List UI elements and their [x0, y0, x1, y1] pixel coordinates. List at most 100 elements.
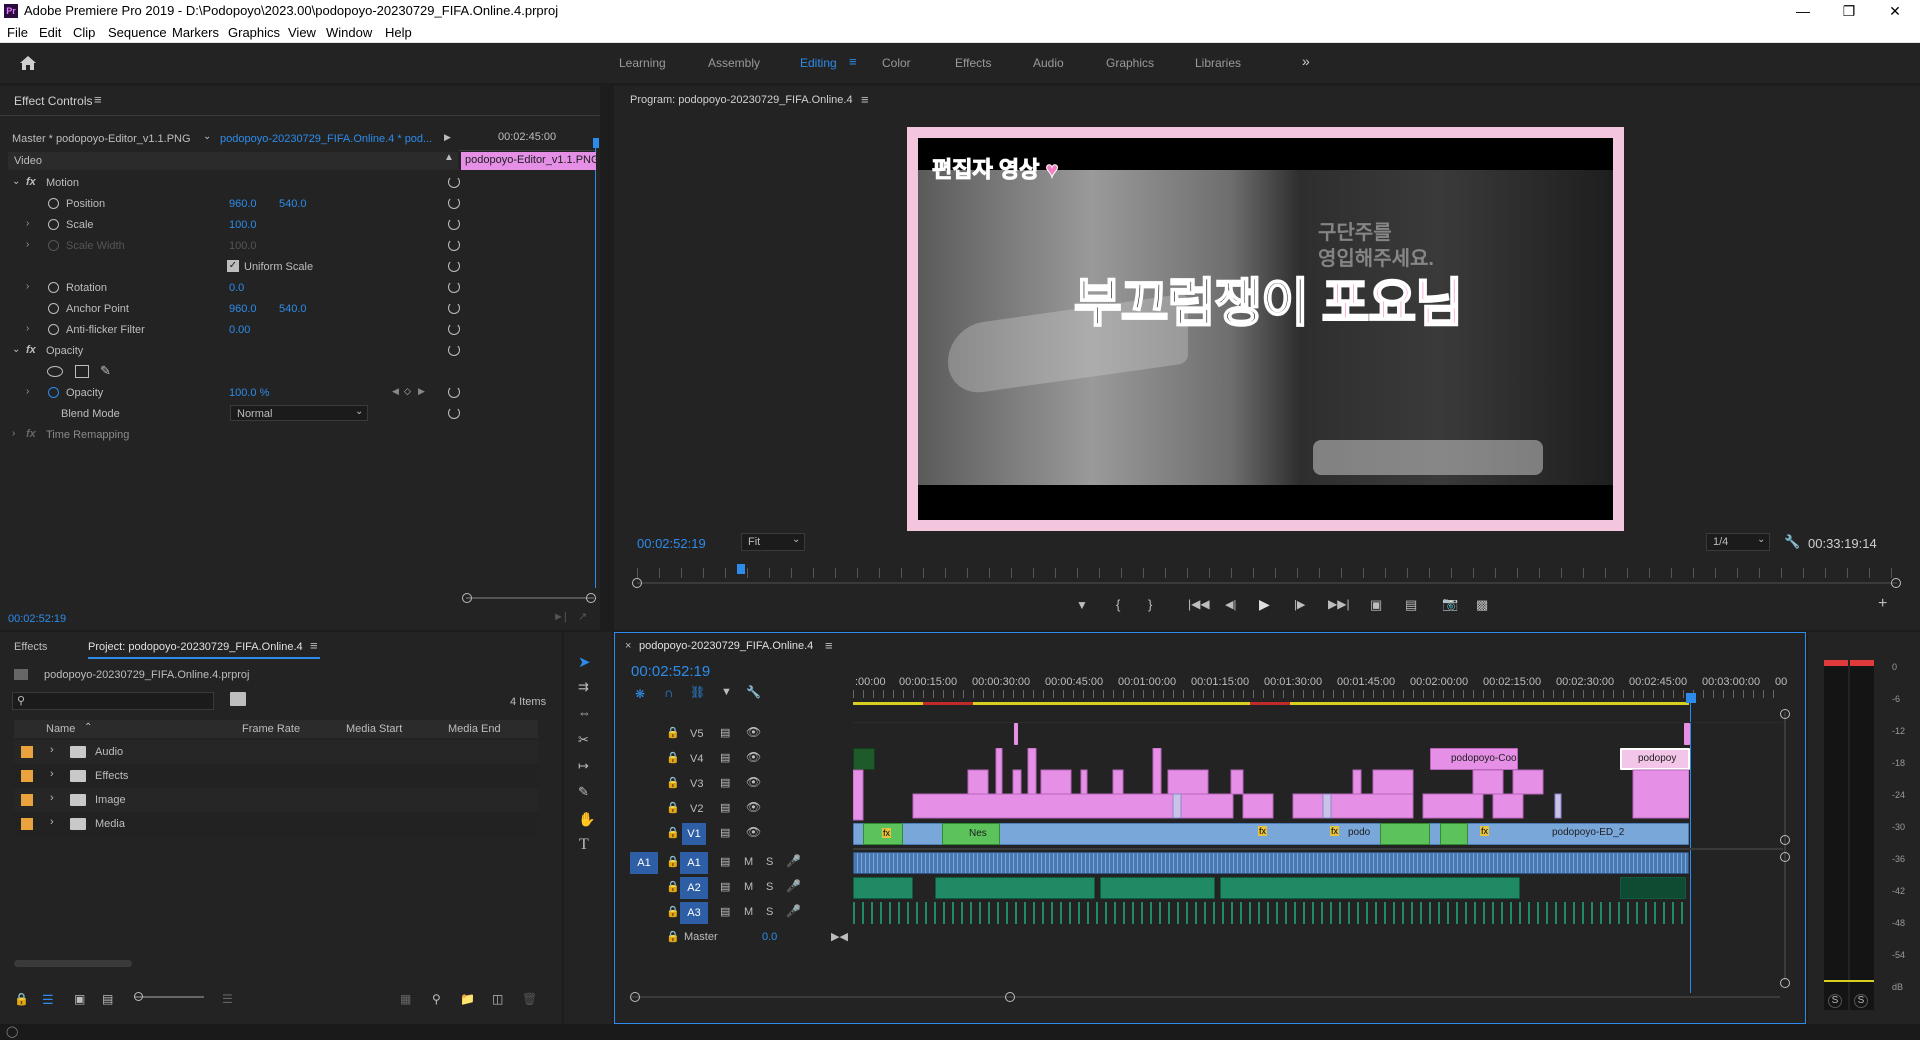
reset-icon[interactable] — [448, 386, 460, 398]
ripple-edit-tool-icon[interactable]: ⇔ — [578, 705, 591, 720]
track-select-tool-icon[interactable]: ⇉ — [578, 679, 589, 695]
minimize-button[interactable]: — — [1780, 0, 1826, 22]
menu-markers[interactable]: Markers — [172, 25, 219, 40]
program-ruler[interactable] — [637, 568, 1897, 578]
tab-project[interactable]: Project: podopoyo-20230729_FIFA.Online.4 — [88, 641, 303, 653]
go-to-out-icon[interactable]: ▶▶| — [1328, 597, 1350, 611]
twirl-open-icon[interactable]: ⌄ — [12, 176, 20, 187]
menu-view[interactable]: View — [288, 25, 316, 40]
program-playhead[interactable] — [737, 564, 745, 574]
workspace-assembly[interactable]: Assembly — [708, 56, 760, 70]
program-video-frame[interactable]: 구단주를 영입해주세요. 편집자 영상 ♥ 부끄럼쟁이 포요님 — [907, 127, 1624, 531]
close-button[interactable]: ✕ — [1872, 0, 1918, 22]
wrench-icon[interactable]: 🔧 — [1784, 534, 1800, 550]
bin-name[interactable]: Image — [95, 794, 126, 806]
nest-toggle-icon[interactable]: ❋ — [635, 687, 645, 701]
mute-button[interactable]: M — [744, 856, 753, 868]
scroll-handle[interactable] — [1780, 852, 1790, 862]
bin-name[interactable]: Effects — [95, 770, 128, 782]
workspace-editing[interactable]: Editing — [800, 56, 837, 70]
eye-icon[interactable]: 👁 — [746, 825, 761, 839]
workspace-effects[interactable]: Effects — [955, 56, 991, 70]
list-item[interactable]: › Audio — [14, 740, 538, 764]
microphone-icon[interactable]: 🎤 — [786, 879, 801, 893]
scale-value[interactable]: 100.0 — [229, 219, 257, 231]
scroll-handle[interactable] — [462, 593, 472, 603]
audio-track-a3-clips[interactable] — [853, 902, 1689, 924]
lock-track-icon[interactable]: 🔒 — [666, 930, 680, 943]
master-volume-value[interactable]: 0.0 — [762, 931, 777, 943]
solo-left-button[interactable]: S — [1828, 994, 1842, 1008]
lock-track-icon[interactable]: 🔒 — [666, 855, 680, 868]
pen-tool-icon[interactable]: ✎ — [578, 784, 589, 800]
button-editor-plus-icon[interactable]: + — [1878, 595, 1887, 613]
slip-tool-icon[interactable]: ↦ — [578, 758, 589, 774]
reset-icon[interactable] — [448, 197, 460, 209]
sync-lock-icon[interactable]: ▤ — [720, 776, 730, 789]
label-color-swatch[interactable] — [21, 770, 33, 782]
label-color-swatch[interactable] — [21, 818, 33, 830]
solo-button[interactable]: S — [766, 881, 773, 893]
anti-flicker-value[interactable]: 0.00 — [229, 324, 250, 336]
col-frame-rate[interactable]: Frame Rate — [242, 723, 300, 735]
program-monitor-title[interactable]: Program: podopoyo-20230729_FIFA.Online.4 — [630, 94, 853, 106]
chevron-down-icon[interactable]: ⌄ — [203, 131, 211, 142]
stopwatch-icon[interactable] — [48, 387, 59, 398]
twirl-closed-icon[interactable]: › — [26, 281, 29, 292]
list-item[interactable]: › Media — [14, 812, 538, 836]
video-clip[interactable] — [1440, 823, 1468, 845]
bin-name[interactable]: Media — [95, 818, 125, 830]
sort-ascending-icon[interactable]: ⌃ — [84, 722, 92, 733]
menu-clip[interactable]: Clip — [73, 25, 95, 40]
uniform-scale-checkbox[interactable]: ✓ — [227, 260, 239, 272]
workspace-color[interactable]: Color — [882, 56, 911, 70]
lock-track-icon[interactable]: 🔒 — [666, 880, 680, 893]
eye-icon[interactable]: 👁 — [746, 725, 761, 739]
scroll-handle[interactable] — [632, 578, 642, 588]
timeline-timecode[interactable]: 00:02:52:19 — [631, 663, 710, 680]
motion-row[interactable]: ⌄ fx Motion — [8, 172, 460, 193]
track-target-a1[interactable]: A1 — [680, 852, 708, 874]
video-clip[interactable]: Nes — [942, 823, 1000, 845]
position-x-value[interactable]: 960.0 — [229, 198, 257, 210]
scroll-handle[interactable] — [1891, 578, 1901, 588]
track-target-a2[interactable]: A2 — [680, 877, 708, 899]
reset-icon[interactable] — [448, 281, 460, 293]
audio-clip[interactable] — [853, 877, 913, 899]
menu-window[interactable]: Window — [326, 25, 372, 40]
sync-lock-icon[interactable]: ▤ — [720, 905, 730, 918]
reset-icon[interactable] — [448, 302, 460, 314]
comparison-view-icon[interactable]: ▩ — [1476, 597, 1488, 613]
clip-indicator-right[interactable] — [1850, 660, 1874, 666]
source-patch-a1[interactable]: A1 — [630, 852, 658, 874]
menu-edit[interactable]: Edit — [39, 25, 61, 40]
list-view-icon[interactable]: ☰ — [42, 992, 54, 1008]
reset-icon[interactable] — [448, 407, 460, 419]
selection-tool-icon[interactable]: ➤ — [578, 653, 591, 671]
hand-tool-icon[interactable]: ✋ — [578, 811, 595, 828]
menu-help[interactable]: Help — [385, 25, 412, 40]
share-icon[interactable]: ↗ — [578, 610, 587, 623]
video-clip[interactable] — [1380, 823, 1430, 845]
col-name[interactable]: Name — [46, 723, 75, 735]
pen-mask-icon[interactable]: ✎ — [100, 363, 111, 379]
extract-icon[interactable]: ▤ — [1405, 597, 1417, 613]
sort-icons-icon[interactable]: ☰ — [222, 992, 233, 1006]
mark-out-icon[interactable]: } — [1148, 597, 1152, 612]
twirl-open-icon[interactable]: ⌄ — [12, 344, 20, 355]
eye-icon[interactable]: 👁 — [746, 800, 761, 814]
lock-icon[interactable]: 🔒 — [14, 992, 29, 1006]
scroll-handle[interactable] — [630, 992, 640, 1002]
twirl-closed-icon[interactable]: › — [12, 428, 15, 439]
play-triangle-icon[interactable]: ▶ — [444, 132, 451, 143]
icon-view-icon[interactable]: ▣ — [74, 992, 85, 1006]
timeline-playhead[interactable] — [1686, 693, 1696, 703]
lock-track-icon[interactable]: 🔒 — [666, 751, 680, 764]
linked-selection-icon[interactable]: ⛓ — [690, 685, 705, 699]
menu-file[interactable]: File — [7, 25, 28, 40]
go-to-end-icon[interactable]: ▶◀ — [831, 930, 848, 943]
sync-lock-icon[interactable]: ▤ — [720, 801, 730, 814]
video-clip[interactable] — [1014, 723, 1018, 745]
lift-icon[interactable]: ▣ — [1370, 597, 1382, 613]
anchor-y-value[interactable]: 540.0 — [279, 303, 307, 315]
